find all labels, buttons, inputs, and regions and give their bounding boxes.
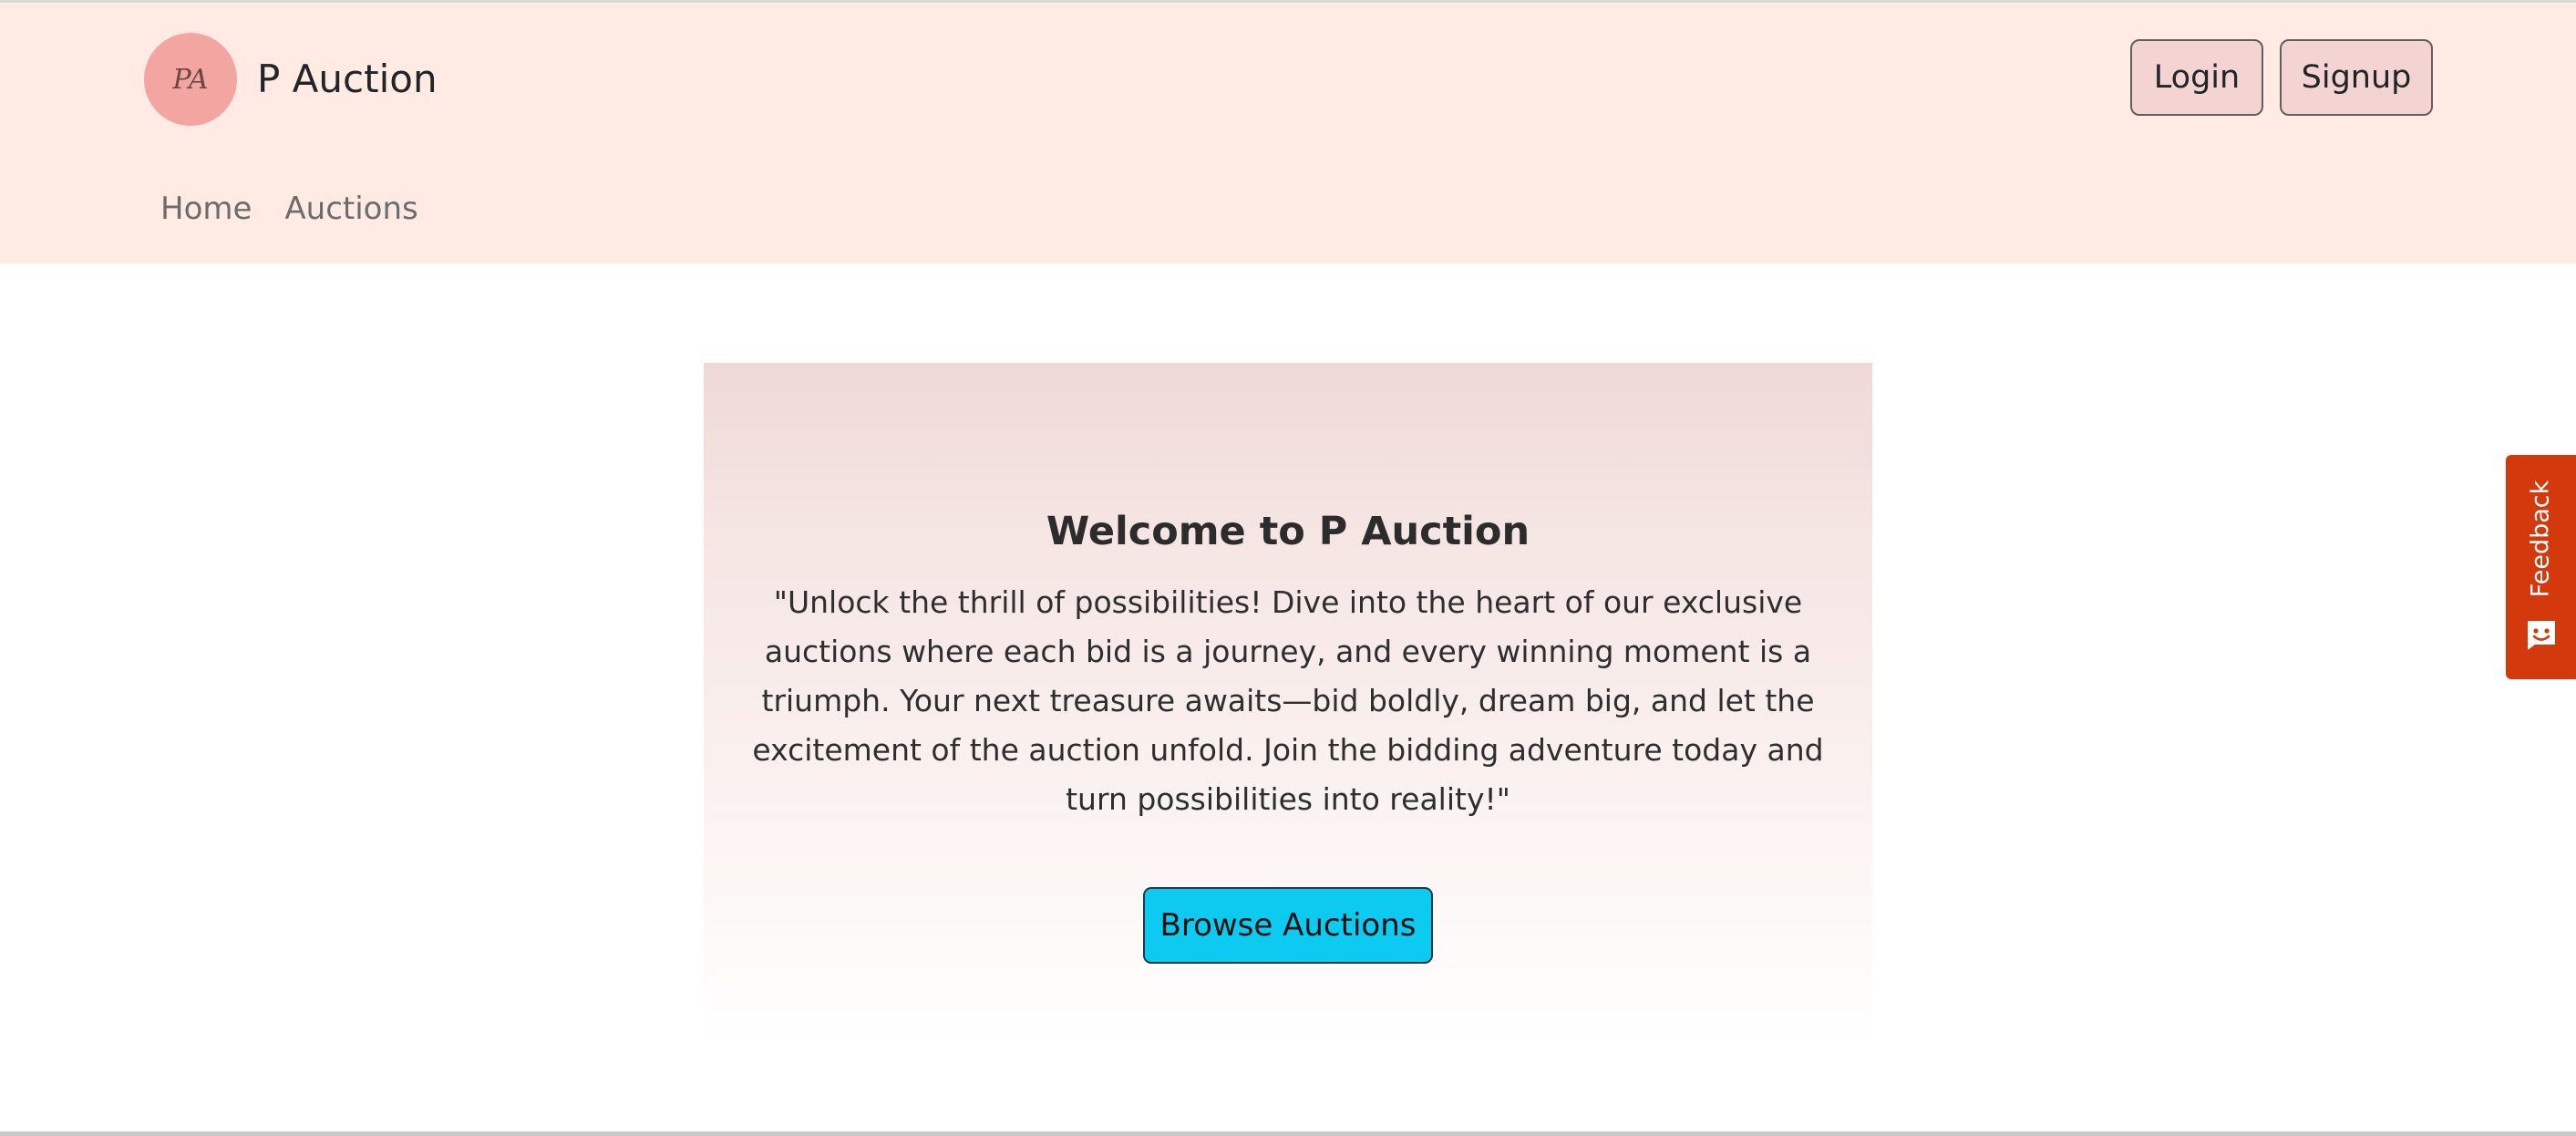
hero-text: "Unlock the thrill of possibilities! Div… — [752, 584, 1824, 817]
feedback-tab[interactable]: Feedback — [2506, 455, 2576, 679]
main-nav: Home Auctions — [144, 185, 435, 232]
signup-button[interactable]: Signup — [2280, 39, 2433, 116]
brand-logo-lettering: PA — [171, 64, 208, 96]
browse-auctions-button[interactable]: Browse Auctions — [1143, 887, 1433, 964]
login-button[interactable]: Login — [2130, 39, 2263, 116]
nav-home-link[interactable]: Home — [144, 185, 268, 232]
chat-smile-icon — [2528, 621, 2555, 650]
feedback-label: Feedback — [2526, 480, 2555, 598]
nav-auctions-link[interactable]: Auctions — [268, 185, 434, 232]
page: PA P Auction Login Signup Home Auctions … — [0, 0, 2576, 1136]
brand-link[interactable]: PA P Auction — [144, 32, 438, 127]
hero-banner: Welcome to P Auction "Unlock the thrill … — [704, 363, 1872, 1047]
site-header: PA P Auction Login Signup Home Auctions — [0, 3, 2576, 263]
hero-title: Welcome to P Auction — [1046, 509, 1530, 554]
brand-name: P Auction — [257, 57, 438, 101]
svg-text:PA: PA — [171, 64, 208, 96]
bottom-divider — [0, 1131, 2576, 1136]
brand-logo: PA — [144, 33, 237, 126]
